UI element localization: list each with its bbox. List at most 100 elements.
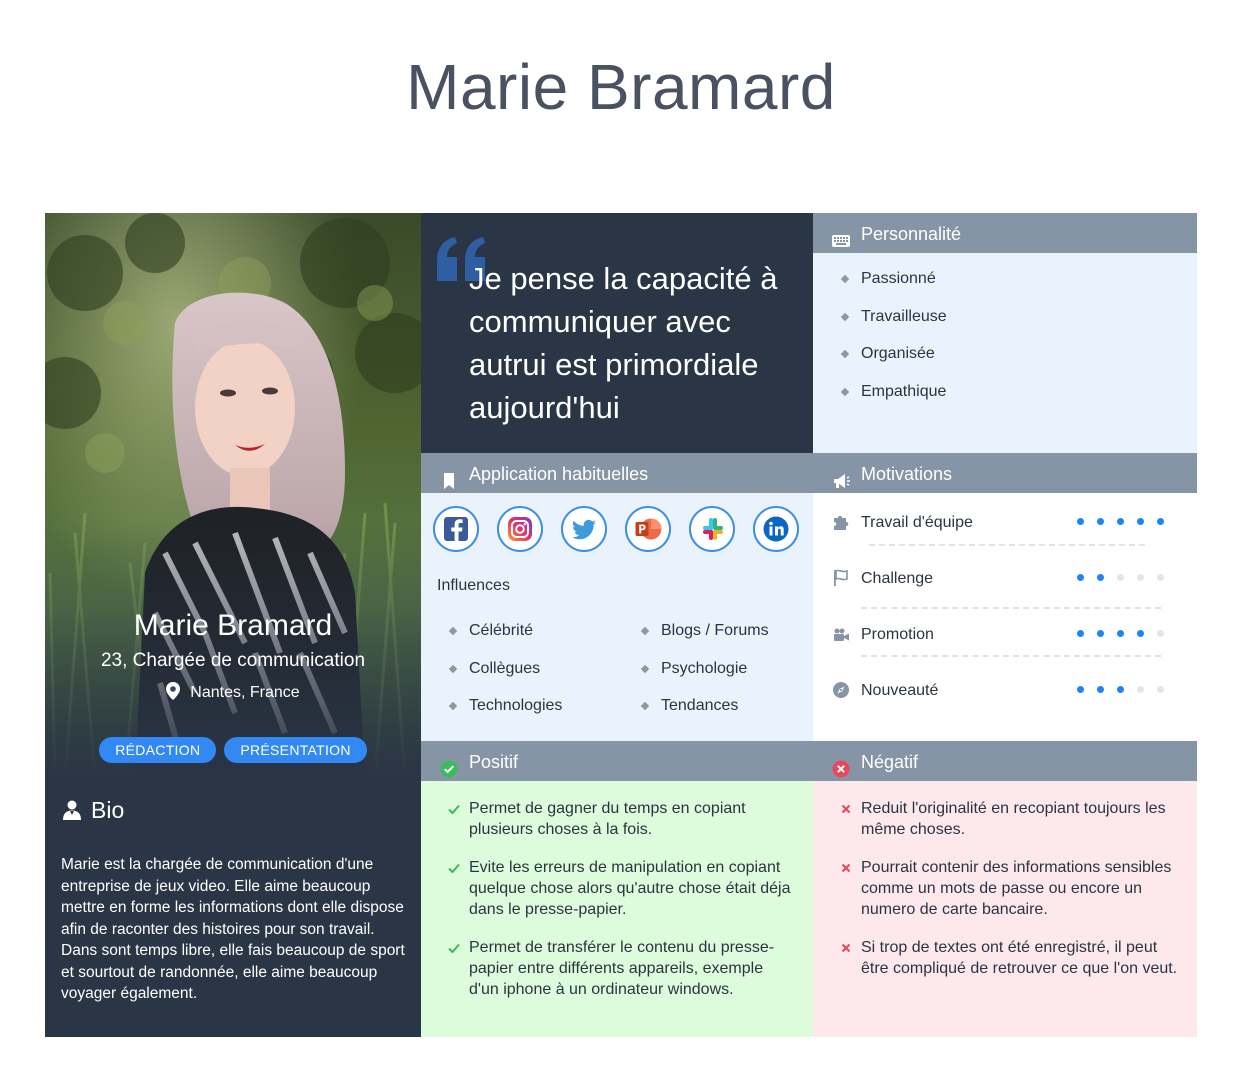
negative-header: Négatif (813, 741, 1197, 781)
slack-icon[interactable] (689, 506, 735, 552)
rating-dot-filled (1117, 630, 1124, 637)
powerpoint-icon[interactable] (625, 506, 671, 552)
rating-dot-filled (1097, 518, 1104, 525)
influences-list-right: Blogs / Forums Psychologie Tendances (613, 622, 769, 735)
flag-icon (832, 569, 850, 587)
profile-name: Marie Bramard (133, 609, 333, 642)
motivations-body: Travail d'équipe Challenge Promotion Nou… (813, 493, 1197, 741)
list-item: Travailleuse (813, 308, 947, 346)
rating-dot-filled (1097, 630, 1104, 637)
check-circle-icon (439, 752, 459, 778)
list-item: Collègues (421, 660, 562, 698)
personality-header: Personnalité (813, 213, 1197, 253)
positive-title: Positif (469, 752, 519, 772)
profile-column: Marie Bramard 23, Chargée de communicati… (45, 213, 421, 1037)
rating-dot-empty (1157, 574, 1164, 581)
profile-role: 23, Chargée de communication (100, 650, 366, 671)
motivation-rating (1077, 574, 1177, 581)
x-icon (839, 860, 853, 874)
rating-dot-empty (1157, 686, 1164, 693)
bio-title: Bio (91, 797, 125, 823)
check-icon (447, 860, 461, 874)
check-icon (447, 801, 461, 815)
motivation-rating (1077, 518, 1177, 525)
list-item: Technologies (421, 697, 562, 735)
rating-dot-filled (1097, 686, 1104, 693)
list-item: Reduit l'originalité en recopiant toujou… (813, 798, 1181, 840)
map-pin-icon (166, 682, 181, 705)
twitter-icon[interactable] (561, 506, 607, 552)
motivations-title: Motivations (861, 464, 953, 484)
list-item: Empathique (813, 383, 947, 421)
personality-body: Passionné Travailleuse Organisée Empathi… (813, 253, 1197, 453)
list-item: Permet de transférer le contenu du press… (421, 937, 793, 1000)
persona-card: Marie Bramard 23, Chargée de communicati… (45, 213, 1197, 1037)
list-item: Célébrité (421, 622, 562, 660)
x-icon (839, 801, 853, 815)
facebook-icon[interactable] (433, 506, 479, 552)
divider (861, 655, 1161, 657)
positive-header: Positif (421, 741, 813, 781)
positive-body: Permet de gagner du temps en copiant plu… (421, 781, 813, 1037)
rating-dot-filled (1077, 518, 1084, 525)
list-item: Tendances (613, 697, 769, 735)
profile-location-text: Nantes, France (190, 684, 300, 701)
user-icon (63, 799, 81, 826)
divider (869, 544, 1145, 546)
rating-dot-filled (1157, 518, 1164, 525)
rating-dot-empty (1117, 574, 1124, 581)
motivation-row: Promotion (813, 625, 1197, 681)
page-title: Marie Bramard (406, 51, 836, 123)
positive-list: Permet de gagner du temps en copiant plu… (421, 798, 793, 1000)
video-camera-icon (832, 625, 850, 643)
list-item: Si trop de textes ont été enregistré, il… (813, 937, 1181, 979)
bio-text: Marie est la chargée de communication d'… (61, 856, 405, 1002)
profile-location: Nantes, France (45, 682, 421, 705)
negative-title: Négatif (861, 752, 919, 772)
applications-title: Application habituelles (469, 464, 649, 484)
keyboard-icon (831, 224, 851, 247)
list-item: Permet de gagner du temps en copiant plu… (421, 798, 793, 840)
rating-dot-filled (1097, 574, 1104, 581)
rating-dot-filled (1077, 630, 1084, 637)
motivations-header: Motivations (813, 453, 1197, 493)
personality-title: Personnalité (861, 224, 962, 244)
list-item: Pourrait contenir des informations sensi… (813, 857, 1181, 920)
list-item: Psychologie (613, 660, 769, 698)
motivation-rating (1077, 686, 1177, 693)
rating-dot-empty (1137, 574, 1144, 581)
skill-tags: RÉDACTION PRÉSENTATION (45, 737, 421, 763)
instagram-icon[interactable] (497, 506, 543, 552)
list-item: Blogs / Forums (613, 622, 769, 660)
tag-presentation[interactable]: PRÉSENTATION (224, 737, 367, 763)
influences-list-left: Célébrité Collègues Technologies (421, 622, 562, 735)
x-circle-icon (831, 752, 851, 778)
motivation-row: Nouveauté (813, 681, 1197, 737)
quote-panel: Je pense la capacité à communiquer avec … (421, 213, 813, 453)
rating-dot-filled (1077, 686, 1084, 693)
rating-dot-filled (1117, 686, 1124, 693)
rating-dot-empty (1157, 630, 1164, 637)
bookmark-icon (439, 464, 459, 489)
rating-dot-filled (1137, 630, 1144, 637)
motivation-row: Challenge (813, 569, 1197, 625)
applications-body: Influences Célébrité Collègues Technolog… (421, 493, 813, 741)
rating-dot-empty (1137, 686, 1144, 693)
influences-label: Influences (437, 577, 510, 594)
applications-header: Application habituelles (421, 453, 813, 493)
negative-list: Reduit l'originalité en recopiant toujou… (813, 798, 1181, 979)
quote-text: Je pense la capacité à communiquer avec … (469, 261, 778, 425)
rating-dot-filled (1137, 518, 1144, 525)
divider (861, 607, 1161, 609)
rating-dot-filled (1117, 518, 1124, 525)
negative-body: Reduit l'originalité en recopiant toujou… (813, 781, 1197, 1037)
linkedin-icon[interactable] (753, 506, 799, 552)
list-item: Organisée (813, 345, 947, 383)
compass-icon (832, 681, 850, 699)
rating-dot-filled (1077, 574, 1084, 581)
tag-redaction[interactable]: RÉDACTION (99, 737, 217, 763)
list-item: Evite les erreurs de manipulation en cop… (421, 857, 793, 920)
motivation-row: Travail d'équipe (813, 513, 1197, 569)
list-item: Passionné (813, 270, 947, 308)
x-icon (839, 940, 853, 954)
